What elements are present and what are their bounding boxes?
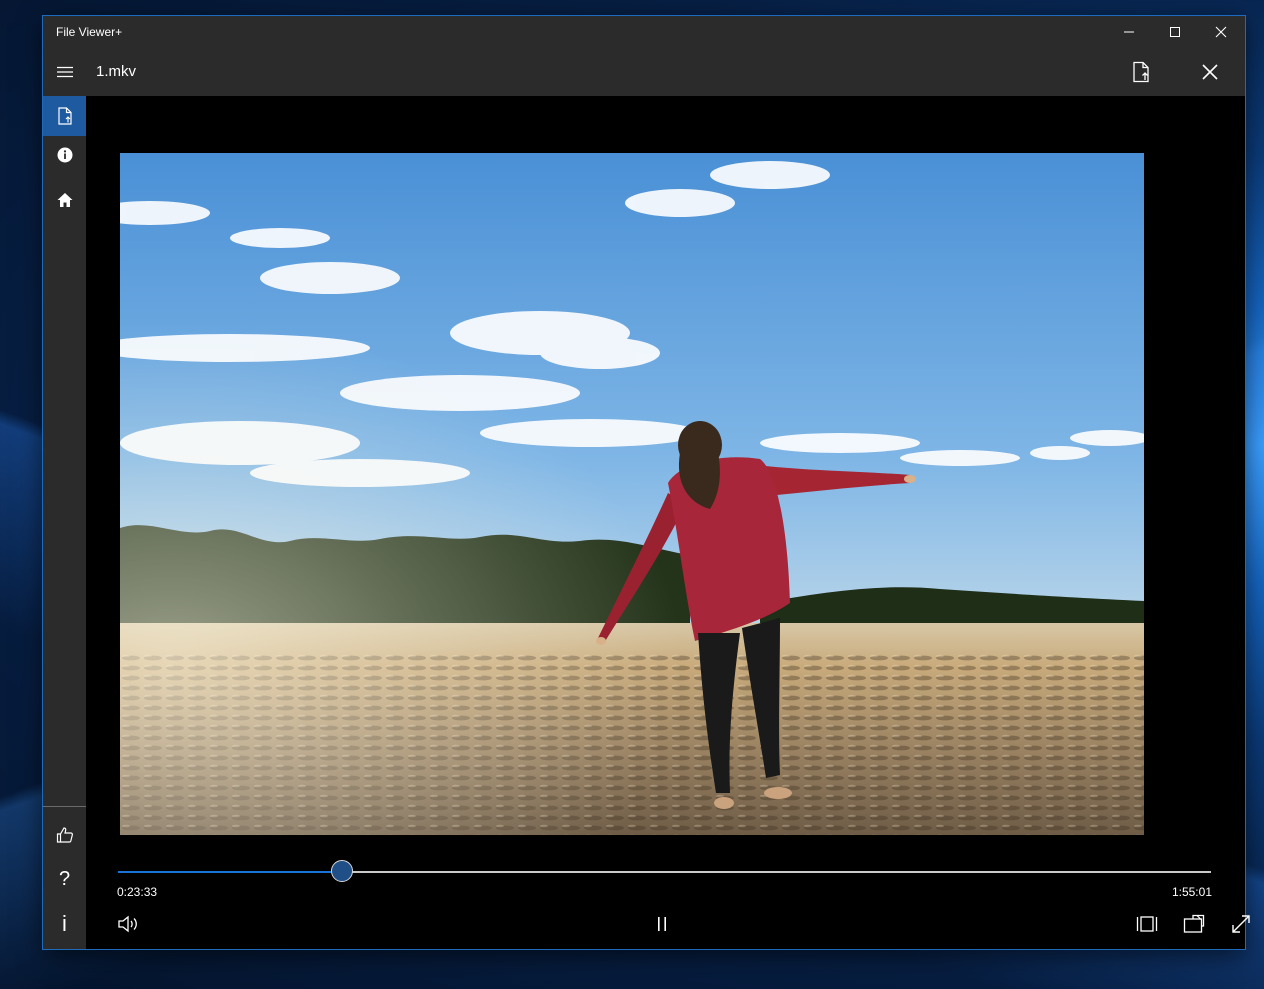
app-window: File Viewer+ 1.mkv ? i 0:23:33 1:55:01 bbox=[43, 16, 1250, 949]
open-file-button[interactable] bbox=[1118, 48, 1166, 96]
video-frame[interactable] bbox=[120, 153, 1144, 835]
maximize-button[interactable] bbox=[1152, 16, 1198, 48]
close-file-button[interactable] bbox=[1186, 48, 1234, 96]
sidebar-item-file[interactable] bbox=[43, 96, 86, 136]
document-icon bbox=[57, 107, 72, 125]
pause-icon bbox=[658, 917, 666, 931]
info-icon bbox=[57, 147, 72, 163]
window-title: File Viewer+ bbox=[56, 25, 123, 39]
fullscreen-icon bbox=[1232, 915, 1250, 933]
menu-button[interactable] bbox=[43, 48, 86, 96]
pause-button[interactable] bbox=[642, 911, 682, 937]
minimize-icon bbox=[1124, 31, 1134, 33]
current-time: 0:23:33 bbox=[117, 885, 158, 899]
sidebar-item-feedback[interactable] bbox=[43, 815, 86, 855]
close-icon bbox=[1215, 26, 1227, 38]
total-duration: 1:55:01 bbox=[1171, 885, 1212, 899]
cast-icon bbox=[1183, 914, 1205, 933]
file-name: 1.mkv bbox=[96, 63, 137, 80]
sidebar-item-info[interactable] bbox=[43, 135, 86, 175]
sidebar: ? i bbox=[43, 96, 86, 949]
close-icon bbox=[1202, 64, 1218, 80]
seek-bar[interactable] bbox=[118, 860, 1211, 882]
sidebar-item-home[interactable] bbox=[43, 180, 86, 220]
maximize-icon bbox=[1170, 27, 1180, 37]
minimize-button[interactable] bbox=[1106, 16, 1152, 48]
volume-button[interactable] bbox=[109, 911, 149, 937]
close-window-button[interactable] bbox=[1198, 16, 1244, 48]
seek-thumb[interactable] bbox=[330, 860, 353, 882]
video-image bbox=[120, 153, 1144, 835]
seek-progress bbox=[118, 871, 342, 873]
aspect-ratio-button[interactable] bbox=[1127, 911, 1167, 937]
sidebar-divider bbox=[43, 806, 86, 807]
hamburger-icon bbox=[56, 66, 73, 78]
help-icon: ? bbox=[58, 867, 71, 890]
sidebar-item-about[interactable]: i bbox=[43, 904, 86, 944]
open-file-icon bbox=[1133, 61, 1149, 83]
sidebar-item-help[interactable]: ? bbox=[43, 859, 86, 899]
about-icon: i bbox=[62, 911, 67, 936]
video-player: 0:23:33 1:55:01 bbox=[86, 96, 1250, 949]
home-icon bbox=[57, 193, 72, 207]
fullscreen-button[interactable] bbox=[1221, 911, 1261, 937]
aspect-ratio-icon bbox=[1136, 916, 1158, 932]
app-bar: 1.mkv bbox=[43, 48, 1245, 96]
volume-icon bbox=[118, 915, 137, 933]
thumbs-up-icon bbox=[56, 827, 73, 843]
title-bar: File Viewer+ bbox=[43, 16, 1245, 48]
cast-button[interactable] bbox=[1174, 911, 1214, 937]
